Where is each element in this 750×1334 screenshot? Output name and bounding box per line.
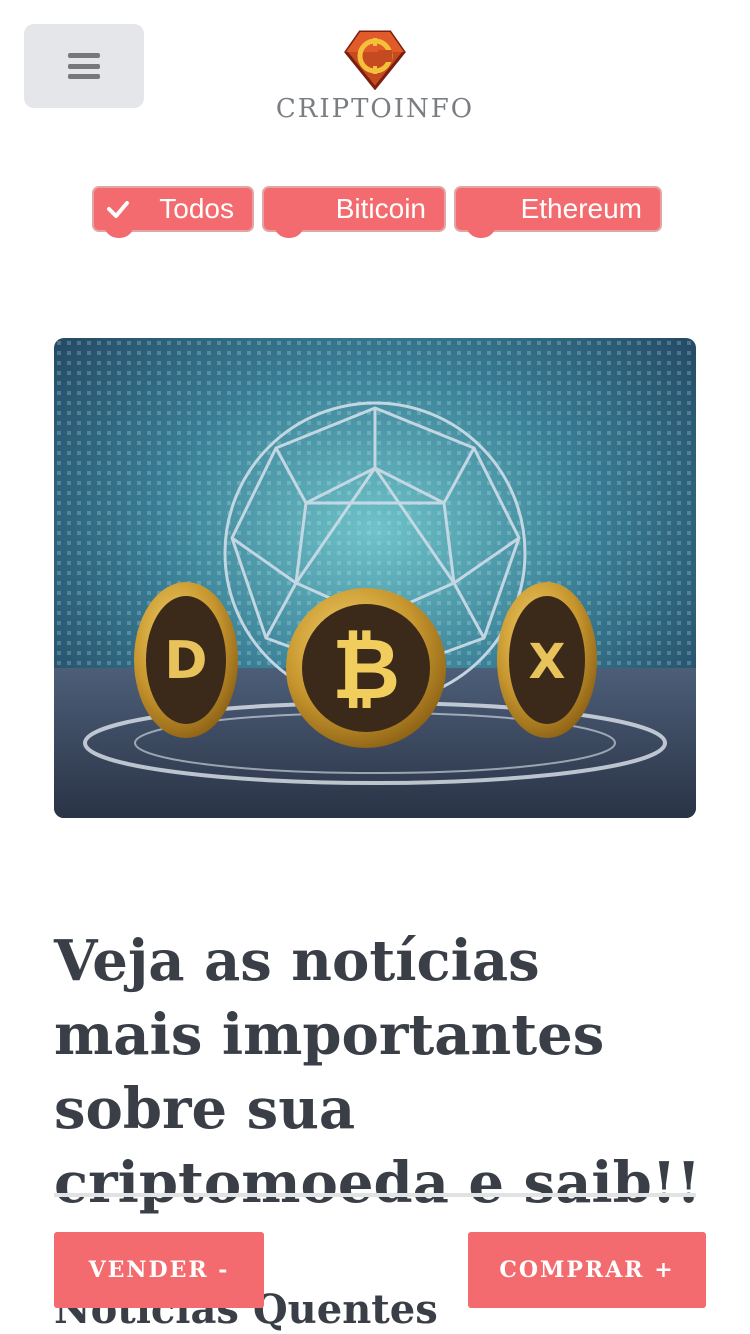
filter-chip-todos[interactable]: Todos xyxy=(92,186,254,238)
buy-button[interactable]: COMPRAR + xyxy=(468,1232,706,1308)
filter-chip-biticoin[interactable]: Biticoin xyxy=(262,186,446,238)
brand[interactable]: CRIPTOINFO xyxy=(0,28,750,124)
radio-indicator xyxy=(466,224,496,238)
svg-text:₿: ₿ xyxy=(332,620,400,718)
filter-chip-label: Ethereum xyxy=(520,193,642,224)
check-icon xyxy=(107,201,129,218)
radio-indicator xyxy=(104,224,134,238)
svg-text:D: D xyxy=(164,631,207,691)
filter-chip-label: Biticoin xyxy=(335,193,426,224)
criptoinfo-logo-icon xyxy=(344,30,406,90)
brand-name: CRIPTOINFO xyxy=(275,94,475,124)
filter-chip-label: Todos xyxy=(159,193,234,224)
divider xyxy=(54,1193,696,1197)
filter-chip-ethereum[interactable]: Ethereum xyxy=(454,186,662,238)
hero-image: D X ₿ xyxy=(54,338,696,818)
crypto-coins-illustration: D X ₿ xyxy=(54,338,696,818)
filter-chips: Todos Biticoin Ethereum xyxy=(92,186,662,238)
svg-text:X: X xyxy=(528,634,565,690)
page: CRIPTOINFO Todos Biticoin Ethereum D X ₿… xyxy=(0,0,750,1334)
radio-indicator xyxy=(274,224,304,238)
headline: Veja as notícias mais importantes sobre … xyxy=(54,928,701,1216)
sell-button[interactable]: VENDER - xyxy=(54,1232,264,1308)
